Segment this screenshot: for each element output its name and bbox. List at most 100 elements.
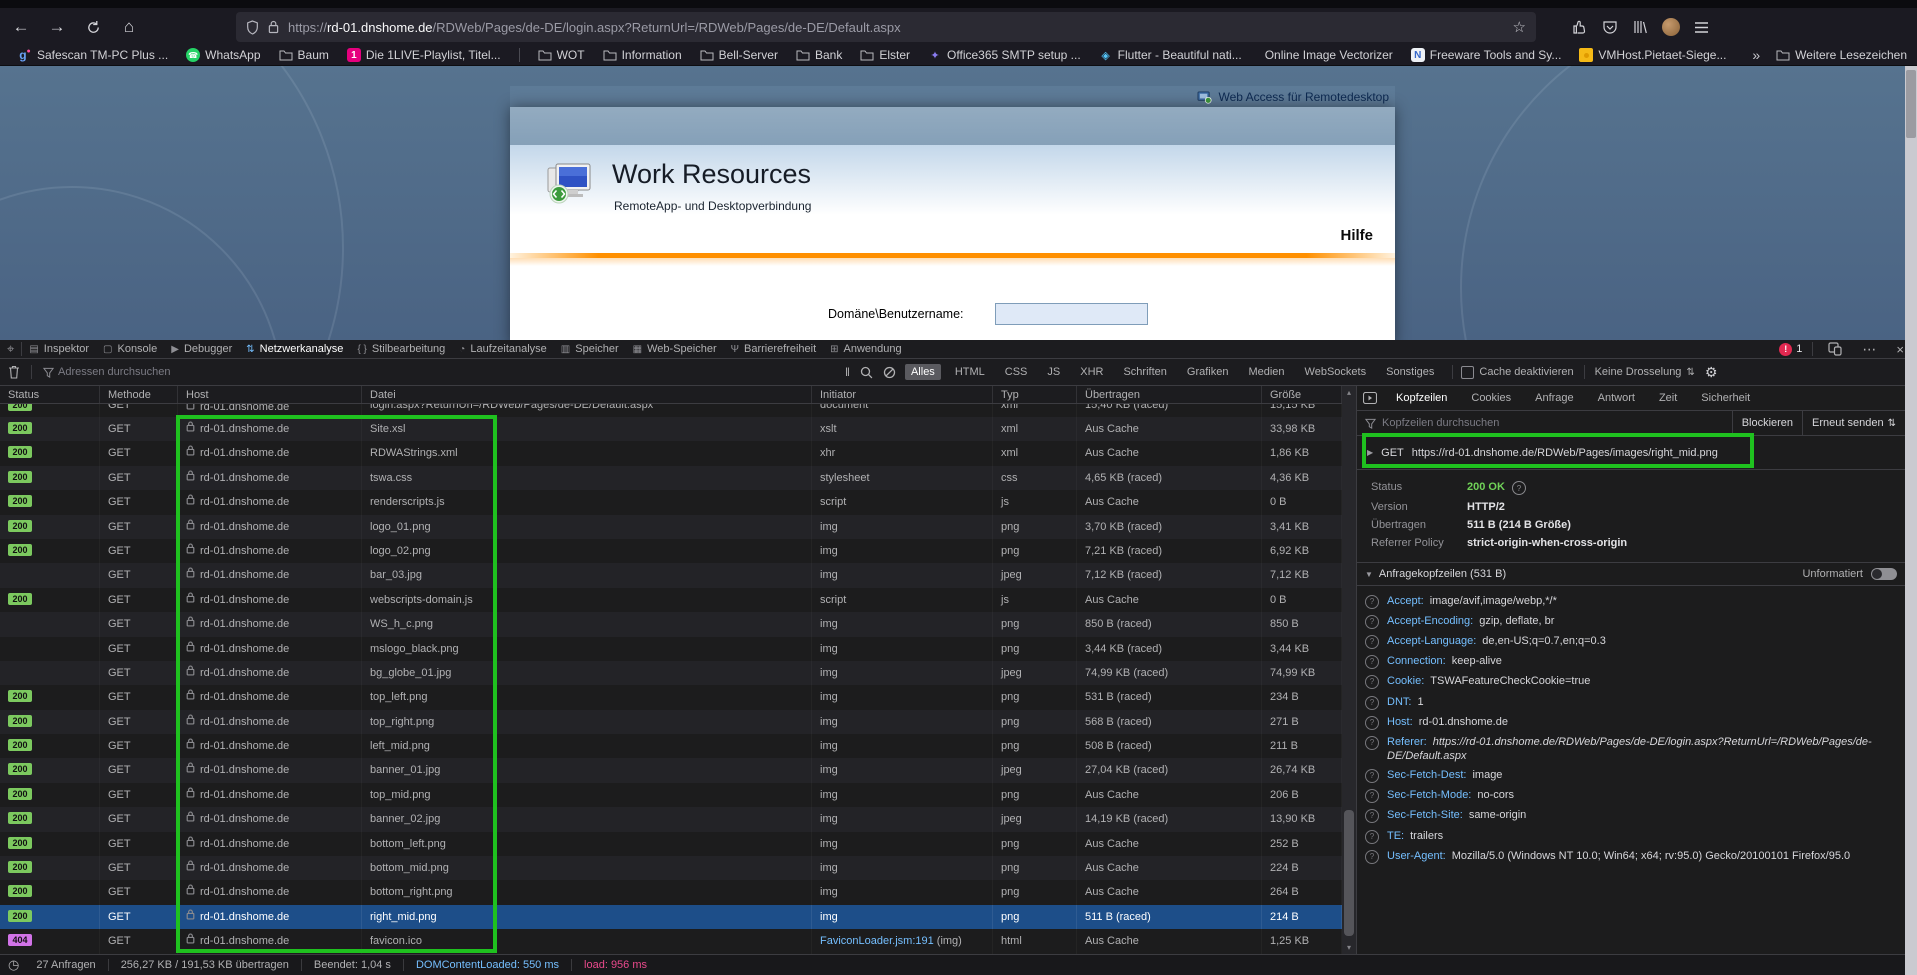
header-help-icon[interactable]: ?	[1365, 655, 1379, 669]
timing-clock-icon[interactable]: ◷	[8, 957, 19, 973]
column-header-initiator[interactable]: Initiator	[812, 386, 993, 403]
scroll-up-arrow-icon[interactable]: ▴	[1342, 388, 1356, 397]
network-request-row[interactable]: 200GETrd-01.dnshome.detop_mid.pngimgpngA…	[0, 783, 1342, 807]
filter-pill-grafiken[interactable]: Grafiken	[1181, 364, 1235, 380]
bookmark-item[interactable]: g●Safescan TM-PC Plus ...	[18, 48, 168, 62]
pocket-icon[interactable]	[1602, 19, 1618, 35]
username-field[interactable]	[995, 303, 1148, 325]
details-pane-toggle-icon[interactable]	[1363, 392, 1377, 404]
request-header-row[interactable]: ?User-Agent:Mozilla/5.0 (Windows NT 10.0…	[1357, 846, 1905, 866]
url-bar[interactable]: https://rd-01.dnshome.de/RDWeb/Pages/de-…	[236, 12, 1536, 42]
bookmark-item[interactable]: VMHost.Pietaet-Siege...	[1579, 48, 1726, 62]
network-request-row[interactable]: 200GETrd-01.dnshome.detop_right.pngimgpn…	[0, 710, 1342, 734]
back-button[interactable]: ←	[6, 13, 36, 41]
header-help-icon[interactable]: ?	[1365, 850, 1379, 864]
devtools-close-icon[interactable]: ×	[1896, 342, 1904, 357]
column-header-methode[interactable]: Methode	[100, 386, 178, 403]
header-help-icon[interactable]: ?	[1365, 615, 1379, 629]
request-header-row[interactable]: ?Accept-Language:de,en-US;q=0.7,en;q=0.3	[1357, 631, 1905, 651]
network-request-row[interactable]: 200GETrd-01.dnshome.debanner_02.jpgimgjp…	[0, 807, 1342, 831]
column-header-typ[interactable]: Typ	[993, 386, 1077, 403]
raw-headers-toggle[interactable]	[1871, 568, 1897, 580]
page-scrollbar[interactable]	[1905, 66, 1917, 975]
extension-thumb-icon[interactable]	[1572, 19, 1588, 35]
disclosure-triangle-icon[interactable]: ▶	[1367, 448, 1373, 457]
header-help-icon[interactable]: ?	[1365, 595, 1379, 609]
header-help-icon[interactable]: ?	[1365, 675, 1379, 689]
network-search-input[interactable]	[56, 365, 840, 379]
details-tab-zeit[interactable]: Zeit	[1647, 392, 1689, 404]
network-request-row[interactable]: 200GETrd-01.dnshome.delogo_02.pngimgpng7…	[0, 539, 1342, 563]
filter-pill-css[interactable]: CSS	[999, 364, 1034, 380]
column-header-größe[interactable]: Größe	[1262, 386, 1342, 403]
header-help-icon[interactable]: ?	[1365, 696, 1379, 710]
pick-element-button[interactable]: ⌖	[0, 340, 21, 358]
devtools-tab-inspektor[interactable]: ▤Inspektor	[22, 340, 96, 358]
header-help-icon[interactable]: ?	[1365, 716, 1379, 730]
request-header-row[interactable]: ?Referer:https://rd-01.dnshome.de/RDWeb/…	[1357, 732, 1905, 765]
clear-requests-icon[interactable]	[8, 365, 20, 379]
network-request-row[interactable]: 200GETrd-01.dnshome.deleft_mid.pngimgpng…	[0, 734, 1342, 758]
responsive-design-mode-icon[interactable]	[1828, 342, 1842, 356]
network-request-row[interactable]: GETrd-01.dnshome.debar_03.jpgimgjpeg7,12…	[0, 563, 1342, 587]
network-request-row[interactable]: 200GETrd-01.dnshome.delogin.aspx?ReturnU…	[0, 404, 1342, 417]
initiator-link[interactable]: FaviconLoader.jsm:191	[820, 935, 934, 947]
details-tab-antwort[interactable]: Antwort	[1586, 392, 1647, 404]
devtools-tab-konsole[interactable]: ▢Konsole	[96, 340, 164, 358]
devtools-tab-barrierefreiheit[interactable]: ΨBarrierefreiheit	[724, 340, 824, 358]
reload-button[interactable]	[78, 13, 108, 41]
status-help-icon[interactable]: ?	[1512, 481, 1526, 495]
network-request-row[interactable]: 200GETrd-01.dnshome.delogo_01.pngimgpng3…	[0, 515, 1342, 539]
network-request-row[interactable]: 200GETrd-01.dnshome.debanner_01.jpgimgjp…	[0, 758, 1342, 782]
lock-icon[interactable]	[268, 20, 279, 34]
column-header-übertragen[interactable]: Übertragen	[1077, 386, 1262, 403]
request-header-row[interactable]: ?Accept:image/avif,image/webp,*/*	[1357, 591, 1905, 611]
network-table-scrollbar[interactable]: ▴ ▾	[1342, 386, 1356, 954]
network-request-row[interactable]: 200GETrd-01.dnshome.detswa.cssstylesheet…	[0, 466, 1342, 490]
header-help-icon[interactable]: ?	[1365, 635, 1379, 649]
network-request-row[interactable]: 200GETrd-01.dnshome.debottom_mid.pngimgp…	[0, 856, 1342, 880]
help-link[interactable]: Hilfe	[1340, 227, 1373, 244]
block-url-button[interactable]: Blockieren	[1732, 411, 1802, 435]
network-request-row[interactable]: 200GETrd-01.dnshome.debottom_right.pngim…	[0, 880, 1342, 904]
search-panel-icon[interactable]	[860, 366, 873, 379]
network-request-row[interactable]: GETrd-01.dnshome.demslogo_black.pngimgpn…	[0, 637, 1342, 661]
devtools-tab-laufzeitanalyse[interactable]: ◔Laufzeitanalyse	[452, 340, 554, 358]
filter-pill-alles[interactable]: Alles	[905, 364, 941, 380]
forward-button[interactable]: →	[42, 13, 72, 41]
devtools-tab-debugger[interactable]: ▶Debugger	[164, 340, 239, 358]
request-header-row[interactable]: ?Sec-Fetch-Dest:image	[1357, 766, 1905, 786]
error-count-badge[interactable]: !1	[1779, 343, 1802, 356]
scroll-down-arrow-icon[interactable]: ▾	[1342, 943, 1356, 952]
header-help-icon[interactable]: ?	[1365, 769, 1379, 783]
header-help-icon[interactable]: ?	[1365, 789, 1379, 803]
request-header-row[interactable]: ?Sec-Fetch-Site:same-origin	[1357, 806, 1905, 826]
devtools-tab-web-speicher[interactable]: ▦Web-Speicher	[626, 340, 724, 358]
details-tab-sicherheit[interactable]: Sicherheit	[1689, 392, 1762, 404]
block-request-icon[interactable]	[883, 366, 896, 379]
har-settings-gear-icon[interactable]: ⚙	[1705, 364, 1718, 381]
devtools-tab-speicher[interactable]: ▥Speicher	[554, 340, 626, 358]
menu-icon[interactable]	[1694, 21, 1709, 34]
request-headers-section[interactable]: ▼ Anfragekopfzeilen (531 B) Unformatiert	[1357, 562, 1905, 586]
request-header-row[interactable]: ?Cookie:TSWAFeatureCheckCookie=true	[1357, 672, 1905, 692]
bookmark-item[interactable]: Elster	[860, 48, 910, 62]
details-tab-cookies[interactable]: Cookies	[1459, 392, 1523, 404]
devtools-menu-icon[interactable]: ⋯	[1862, 341, 1876, 358]
throttling-dropdown[interactable]: Keine Drosselung ⇅	[1595, 366, 1695, 378]
bookmark-item[interactable]: NFreeware Tools and Sy...	[1411, 48, 1562, 62]
header-help-icon[interactable]: ?	[1365, 736, 1379, 750]
filter-pill-websockets[interactable]: WebSockets	[1299, 364, 1373, 380]
network-request-row[interactable]: 200GETrd-01.dnshome.deSite.xslxsltxmlAus…	[0, 417, 1342, 441]
details-tab-anfrage[interactable]: Anfrage	[1523, 392, 1586, 404]
pause-log-icon[interactable]: ‖	[845, 365, 850, 379]
filter-pill-sonstiges[interactable]: Sonstiges	[1380, 364, 1440, 380]
bookmark-item[interactable]: Bell-Server	[700, 48, 778, 62]
devtools-tab-netzwerkanalyse[interactable]: ⇅Netzwerkanalyse	[239, 340, 350, 358]
filter-pill-html[interactable]: HTML	[949, 364, 991, 380]
bookmark-item[interactable]: 1Die 1LIVE-Playlist, Titel...	[347, 48, 501, 62]
column-header-status[interactable]: Status	[0, 386, 100, 403]
network-request-row[interactable]: 200GETrd-01.dnshome.derenderscripts.jssc…	[0, 490, 1342, 514]
bookmark-item[interactable]: ◈Flutter - Beautiful nati...	[1099, 48, 1242, 62]
bookmark-item[interactable]: Bank	[796, 48, 842, 62]
